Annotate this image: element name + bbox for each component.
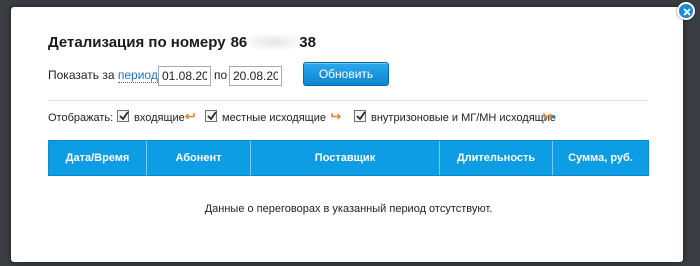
period-link[interactable]: период [117, 68, 158, 83]
show-label: Показать за период с [48, 68, 167, 83]
phone-number-end: 38 [299, 34, 316, 51]
close-icon [683, 8, 691, 16]
empty-message: Данные о переговорах в указанный период … [204, 203, 493, 215]
column-subscriber[interactable]: Абонент [147, 141, 251, 175]
incoming-label: входящие [134, 112, 185, 124]
column-datetime[interactable]: Дата/Время [49, 141, 147, 175]
divider [48, 100, 648, 101]
refresh-button[interactable]: Обновить [303, 62, 389, 86]
modal-title: Детализация по номеру 86 38 [48, 34, 316, 51]
incoming-arrow-icon [183, 112, 195, 124]
column-amount[interactable]: Сумма, руб. [553, 141, 648, 175]
column-provider[interactable]: Поставщик [251, 141, 440, 175]
checkmark-icon [207, 111, 217, 121]
close-button[interactable] [677, 2, 695, 20]
long-distance-checkbox[interactable] [354, 110, 366, 122]
phone-number-redaction [249, 35, 298, 49]
long-distance-label: внутризоновые и МГ/МН исходящие [371, 112, 556, 124]
incoming-checkbox[interactable] [117, 110, 129, 122]
long-distance-icon [543, 112, 555, 124]
filter-label: Отображать: [48, 112, 114, 124]
checkmark-icon [356, 111, 366, 121]
checkmark-icon [119, 111, 129, 121]
to-label: по [214, 68, 228, 82]
local-outgoing-checkbox[interactable] [205, 110, 217, 122]
date-to-input[interactable] [229, 66, 282, 86]
date-from-input[interactable] [158, 66, 211, 86]
title-label: Детализация по номеру [48, 34, 226, 51]
detail-modal: Детализация по номеру 86 38 Показать за пе… [11, 7, 683, 262]
calls-table-header: Дата/Время Абонент Поставщик Длительност… [48, 140, 649, 176]
local-outgoing-label: местные исходящие [222, 112, 326, 124]
outgoing-arrow-icon [331, 112, 343, 124]
column-duration[interactable]: Длительность [440, 141, 553, 175]
phone-number-start: 86 [230, 34, 248, 51]
